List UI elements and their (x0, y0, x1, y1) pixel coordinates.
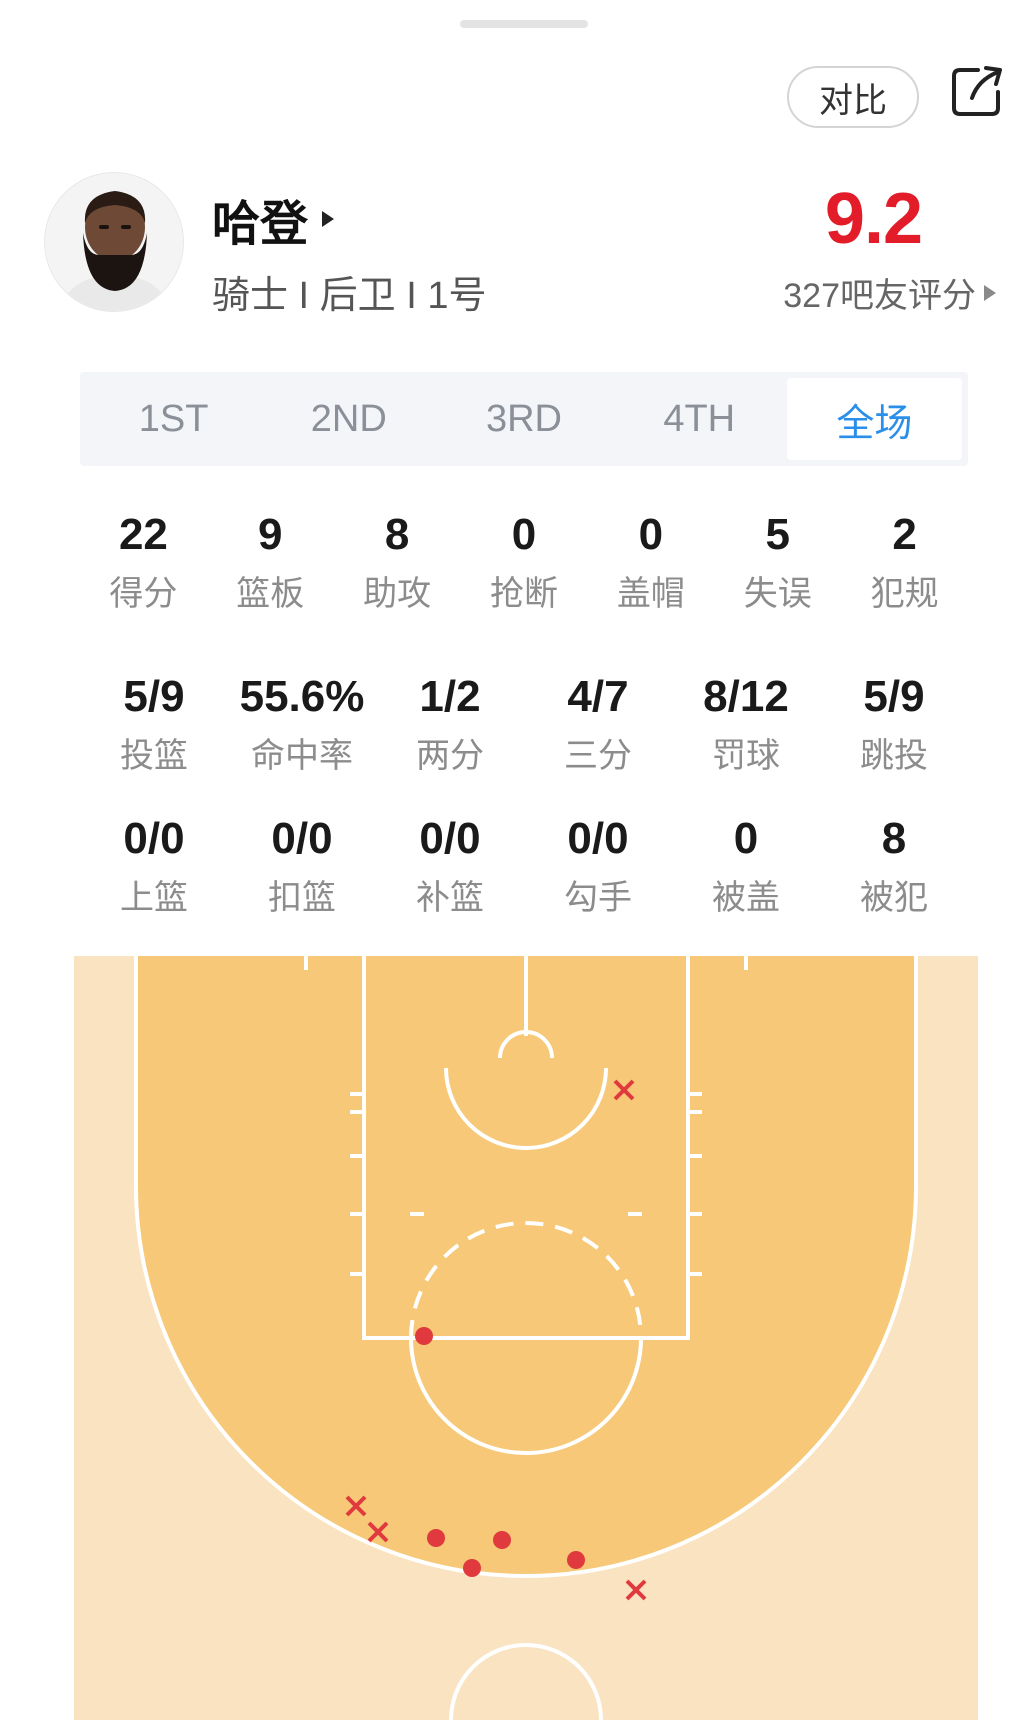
stat-value: 8 (881, 814, 907, 863)
stat-value: 0/0 (123, 814, 185, 863)
share-button[interactable] (948, 62, 1008, 122)
stat-points: 22 得分 (80, 508, 207, 615)
tab-full-game[interactable]: 全场 (786, 378, 963, 460)
stat-rebounds: 9 篮板 (207, 508, 334, 615)
shooting-stats-row: 5/9 投篮 55.6% 命中率 1/2 两分 4/7 三分 8/12 罚球 5/9 跳投 (80, 670, 968, 777)
stat-value: 2 (892, 510, 917, 559)
stat-label: 补篮 (416, 879, 484, 917)
player-meta: 骑士 I 后卫 I 1号 (212, 275, 487, 317)
stat-value: 8 (384, 510, 410, 559)
stat-blocks: 0 盖帽 (587, 508, 714, 615)
player-photo (45, 173, 183, 311)
stat-hook-shots: 0/0 勾手 (524, 812, 672, 919)
triangle-right-icon (322, 211, 335, 227)
tab-4th[interactable]: 4TH (612, 378, 787, 460)
triangle-right-icon (984, 284, 996, 301)
tab-2nd[interactable]: 2ND (261, 378, 436, 460)
shot-made-marker[interactable] (415, 1327, 433, 1345)
stat-label: 跳投 (860, 737, 928, 775)
stat-fouls-drawn: 8 被犯 (820, 812, 968, 919)
stat-label: 犯规 (870, 575, 939, 613)
stat-free-throws: 8/12 罚球 (672, 670, 820, 777)
stat-layups: 0/0 上篮 (80, 812, 228, 919)
shot-made-marker[interactable] (463, 1559, 481, 1577)
stat-label: 命中率 (251, 737, 353, 775)
compare-button-label: 对比 (819, 81, 887, 120)
tab-1st[interactable]: 1ST (86, 378, 261, 460)
stat-two-pointers: 1/2 两分 (376, 670, 524, 777)
compare-button[interactable]: 对比 (787, 66, 919, 128)
stat-value: 4/7 (567, 672, 629, 721)
shot-made-marker[interactable] (427, 1529, 445, 1547)
stat-blocked: 0 被盖 (672, 812, 820, 919)
stat-label: 勾手 (564, 879, 632, 917)
stat-putbacks: 0/0 补篮 (376, 812, 524, 919)
stat-label: 被犯 (860, 879, 928, 917)
rating-score: 9.2 (824, 179, 923, 259)
rating-count: 327吧友评分 (783, 277, 976, 315)
stat-value: 5 (765, 510, 790, 559)
stat-value: 1/2 (419, 672, 481, 721)
stat-value: 0/0 (419, 814, 481, 863)
stat-label: 上篮 (120, 879, 188, 917)
stat-label: 扣篮 (268, 879, 336, 917)
stat-value: 5/9 (863, 672, 925, 721)
stat-assists: 8 助攻 (334, 508, 461, 615)
shot-type-stats-row: 0/0 上篮 0/0 扣篮 0/0 补篮 0/0 勾手 0 被盖 8 被犯 (80, 812, 968, 919)
basic-stats-row: 22 得分 9 篮板 8 助攻 0 抢断 0 盖帽 5 失误 2 犯规 (80, 508, 968, 615)
stat-value: 0/0 (567, 814, 629, 863)
stat-steals: 0 抢断 (461, 508, 588, 615)
period-tabs: 1ST 2ND 3RD 4TH 全场 (80, 372, 968, 466)
rating-count-link[interactable]: 327吧友评分 (783, 268, 996, 317)
stat-label: 盖帽 (616, 575, 685, 613)
stat-jump-shots: 5/9 跳投 (820, 670, 968, 777)
shot-chart-court (74, 956, 978, 1720)
stat-value: 9 (258, 510, 283, 559)
share-icon (952, 66, 1002, 116)
stat-label: 被盖 (712, 879, 780, 917)
stat-value: 0 (733, 814, 759, 863)
stat-dunks: 0/0 扣篮 (228, 812, 376, 919)
stat-label: 三分 (564, 737, 632, 775)
stat-label: 两分 (416, 737, 484, 775)
stat-label: 篮板 (236, 575, 305, 613)
sheet-grabber[interactable] (460, 20, 588, 28)
stat-value: 0 (511, 510, 537, 559)
stat-value: 0/0 (271, 814, 333, 863)
shot-made-marker[interactable] (567, 1551, 585, 1569)
stat-value: 8/12 (703, 672, 789, 721)
stat-label: 投篮 (120, 737, 188, 775)
player-name-link[interactable]: 哈登 (212, 184, 335, 254)
player-name: 哈登 (212, 198, 309, 251)
stat-label: 罚球 (712, 737, 780, 775)
stat-fouls: 2 犯规 (841, 508, 968, 615)
stat-label: 失误 (743, 575, 812, 613)
stat-value: 22 (118, 510, 168, 559)
stat-field-goals: 5/9 投篮 (80, 670, 228, 777)
stat-fg-percentage: 55.6% 命中率 (228, 670, 376, 777)
stat-label: 抢断 (490, 575, 558, 613)
tab-3rd[interactable]: 3RD (436, 378, 611, 460)
stat-three-pointers: 4/7 三分 (524, 670, 672, 777)
stat-value: 55.6% (239, 672, 365, 721)
stat-label: 得分 (109, 575, 178, 613)
shot-made-marker[interactable] (493, 1531, 511, 1549)
stat-turnovers: 5 失误 (714, 508, 841, 615)
stat-value: 5/9 (123, 672, 185, 721)
player-avatar[interactable] (44, 172, 184, 312)
stat-label: 助攻 (363, 575, 432, 613)
stat-value: 0 (638, 510, 664, 559)
